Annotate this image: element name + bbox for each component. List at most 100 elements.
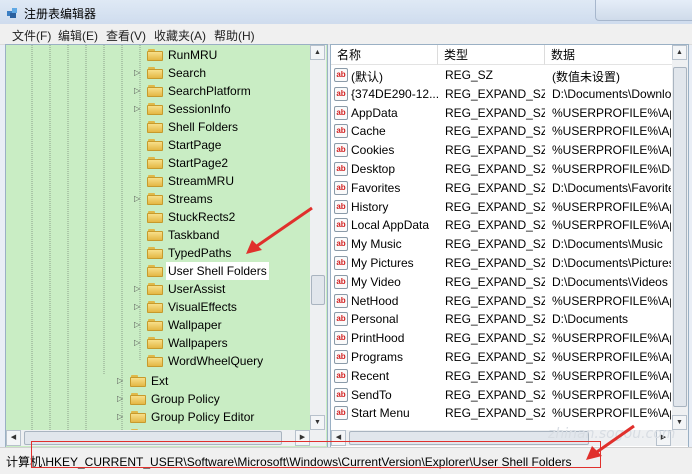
- menu-favorites[interactable]: 收藏夹(A): [154, 27, 206, 44]
- value-name: (默认): [351, 70, 383, 84]
- tree-item-label: VisualEffects: [168, 300, 237, 314]
- string-value-icon: ab: [334, 368, 348, 383]
- list-row[interactable]: ab History REG_EXPAND_SZ %USERPROFILE%\App: [331, 198, 674, 217]
- value-data: %USERPROFILE%\Desk: [552, 162, 671, 176]
- value-type: REG_EXPAND_SZ: [445, 86, 545, 101]
- value-type: REG_EXPAND_SZ: [445, 368, 545, 383]
- list-row[interactable]: ab My Music REG_EXPAND_SZ D:\Documents\Musi…: [331, 235, 674, 254]
- folder-icon: [147, 49, 163, 61]
- list-row[interactable]: ab Local AppData REG_EXPAND_SZ %USERPROFILE…: [331, 216, 674, 235]
- expand-icon[interactable]: ▷: [134, 86, 142, 96]
- value-name: PrintHood: [351, 331, 405, 346]
- expand-icon[interactable]: ▷: [117, 412, 125, 422]
- string-value-icon: ab: [334, 293, 348, 308]
- value-type: REG_EXPAND_SZ: [445, 406, 545, 421]
- value-type: REG_EXPAND_SZ: [445, 350, 545, 364]
- tree-item-label: TypedPaths: [168, 246, 232, 260]
- list-row[interactable]: ab Favorites REG_EXPAND_SZ D:\Documents\Fav…: [331, 179, 674, 198]
- values-list[interactable]: 名称 类型 数据 ab (默认) REG_SZ (数值未设置) ab {374DE290-…: [330, 44, 689, 448]
- list-row[interactable]: ab Programs REG_EXPAND_SZ %USERPROFILE%\App: [331, 348, 674, 367]
- expand-icon[interactable]: ▷: [134, 302, 142, 312]
- folder-icon: [130, 375, 146, 387]
- list-row[interactable]: ab My Video REG_EXPAND_SZ D:\Documents\Vide…: [331, 273, 674, 292]
- window-controls[interactable]: [595, 0, 692, 21]
- expand-icon[interactable]: ▷: [117, 376, 125, 386]
- value-name: SendTo: [351, 387, 392, 402]
- expand-icon[interactable]: ▷: [134, 338, 142, 348]
- list-row[interactable]: ab AppData REG_EXPAND_SZ %USERPROFILE%\App: [331, 104, 674, 123]
- scroll-down-button[interactable]: ▼: [310, 415, 325, 430]
- expand-icon[interactable]: ▷: [134, 68, 142, 78]
- menu-file[interactable]: 文件(F): [12, 27, 51, 44]
- string-value-icon: ab: [334, 105, 348, 120]
- list-row[interactable]: ab My Pictures REG_EXPAND_SZ D:\Documents\P…: [331, 254, 674, 273]
- string-value-icon: ab: [334, 180, 348, 195]
- scroll-left-button[interactable]: ◀: [6, 430, 21, 446]
- folder-icon: [147, 103, 163, 115]
- value-name: My Video: [351, 274, 401, 289]
- expand-icon[interactable]: ▷: [117, 394, 125, 404]
- tree-item-label: Ext: [151, 374, 169, 388]
- list-row[interactable]: ab NetHood REG_EXPAND_SZ %USERPROFILE%\App: [331, 292, 674, 311]
- window-title: 注册表编辑器: [24, 7, 97, 21]
- list-row[interactable]: ab PrintHood REG_EXPAND_SZ %USERPROFILE%\Ap…: [331, 329, 674, 348]
- folder-icon: [147, 265, 163, 277]
- tree-item-label: Streams: [168, 192, 213, 206]
- list-row[interactable]: ab Cookies REG_EXPAND_SZ %USERPROFILE%\App: [331, 141, 674, 160]
- title-bar: 注册表编辑器: [0, 0, 692, 24]
- folder-icon: [147, 283, 163, 295]
- scroll-thumb[interactable]: [311, 275, 325, 305]
- list-row[interactable]: ab SendTo REG_EXPAND_SZ %USERPROFILE%\App: [331, 386, 674, 405]
- expand-icon[interactable]: ▷: [134, 320, 142, 330]
- string-value-icon: ab: [334, 406, 348, 421]
- column-type-header[interactable]: 类型: [438, 45, 545, 65]
- regedit-icon: [7, 8, 17, 18]
- menu-view[interactable]: 查看(V): [106, 27, 146, 44]
- expand-icon[interactable]: ▷: [134, 284, 142, 294]
- value-type: REG_EXPAND_SZ: [445, 124, 545, 139]
- value-data: %USERPROFILE%\App: [552, 331, 671, 346]
- list-row[interactable]: ab Cache REG_EXPAND_SZ %USERPROFILE%\App: [331, 122, 674, 141]
- annotation-arrow-tree: [246, 206, 313, 254]
- value-type: REG_EXPAND_SZ: [445, 105, 545, 120]
- expand-icon[interactable]: ▷: [134, 104, 142, 114]
- column-data-header[interactable]: 数据: [545, 45, 674, 65]
- tree-item-label: RunMRU: [168, 48, 218, 62]
- value-type: REG_EXPAND_SZ: [445, 256, 545, 270]
- string-value-icon: ab: [334, 68, 348, 82]
- value-data: %USERPROFILE%\App: [552, 199, 671, 214]
- value-name: Local AppData: [351, 218, 430, 233]
- list-row[interactable]: ab {374DE290-12... REG_EXPAND_SZ D:\Documen…: [331, 85, 674, 104]
- value-data: D:\Documents\Pictures: [552, 256, 671, 270]
- list-row[interactable]: ab (默认) REG_SZ (数值未设置): [331, 66, 674, 85]
- tree-item-label: Wallpapers: [168, 336, 228, 350]
- list-vertical-scrollbar[interactable]: ▲ ▼: [672, 45, 688, 430]
- value-data: D:\Documents\Downlo: [552, 86, 671, 101]
- menu-edit[interactable]: 编辑(E): [58, 27, 98, 44]
- list-row[interactable]: ab Personal REG_EXPAND_SZ D:\Documents: [331, 310, 674, 329]
- annotation-arrow-path: [586, 424, 635, 460]
- folder-icon: [147, 319, 163, 331]
- tree-item-label: StartPage2: [168, 156, 229, 170]
- value-type: REG_EXPAND_SZ: [445, 180, 545, 195]
- list-scroll-thumb[interactable]: [673, 67, 687, 407]
- expand-icon[interactable]: ▷: [134, 194, 142, 204]
- column-name-header[interactable]: 名称: [331, 45, 438, 65]
- folder-icon: [147, 85, 163, 97]
- list-row[interactable]: ab Recent REG_EXPAND_SZ %USERPROFILE%\App: [331, 367, 674, 386]
- folder-icon: [130, 393, 146, 405]
- list-row[interactable]: abDesktop REG_EXPAND_SZ %USERPROFILE%\Desk: [331, 160, 674, 179]
- value-data: %USERPROFILE%\App: [552, 350, 671, 364]
- value-data: %USERPROFILE%\App: [552, 387, 671, 402]
- string-value-icon: ab: [334, 350, 348, 364]
- tree-item-label: StartPage: [168, 138, 222, 152]
- value-type: REG_EXPAND_SZ: [445, 331, 545, 346]
- menu-help[interactable]: 帮助(H): [214, 27, 255, 44]
- string-value-icon: ab: [334, 256, 348, 270]
- value-type: REG_EXPAND_SZ: [445, 218, 545, 233]
- scroll-up-button[interactable]: ▲: [310, 45, 325, 60]
- string-value-icon: ab: [334, 143, 348, 158]
- value-data: %USERPROFILE%\App: [552, 406, 671, 421]
- folder-icon: [147, 175, 163, 187]
- list-scroll-up-button[interactable]: ▲: [672, 45, 687, 60]
